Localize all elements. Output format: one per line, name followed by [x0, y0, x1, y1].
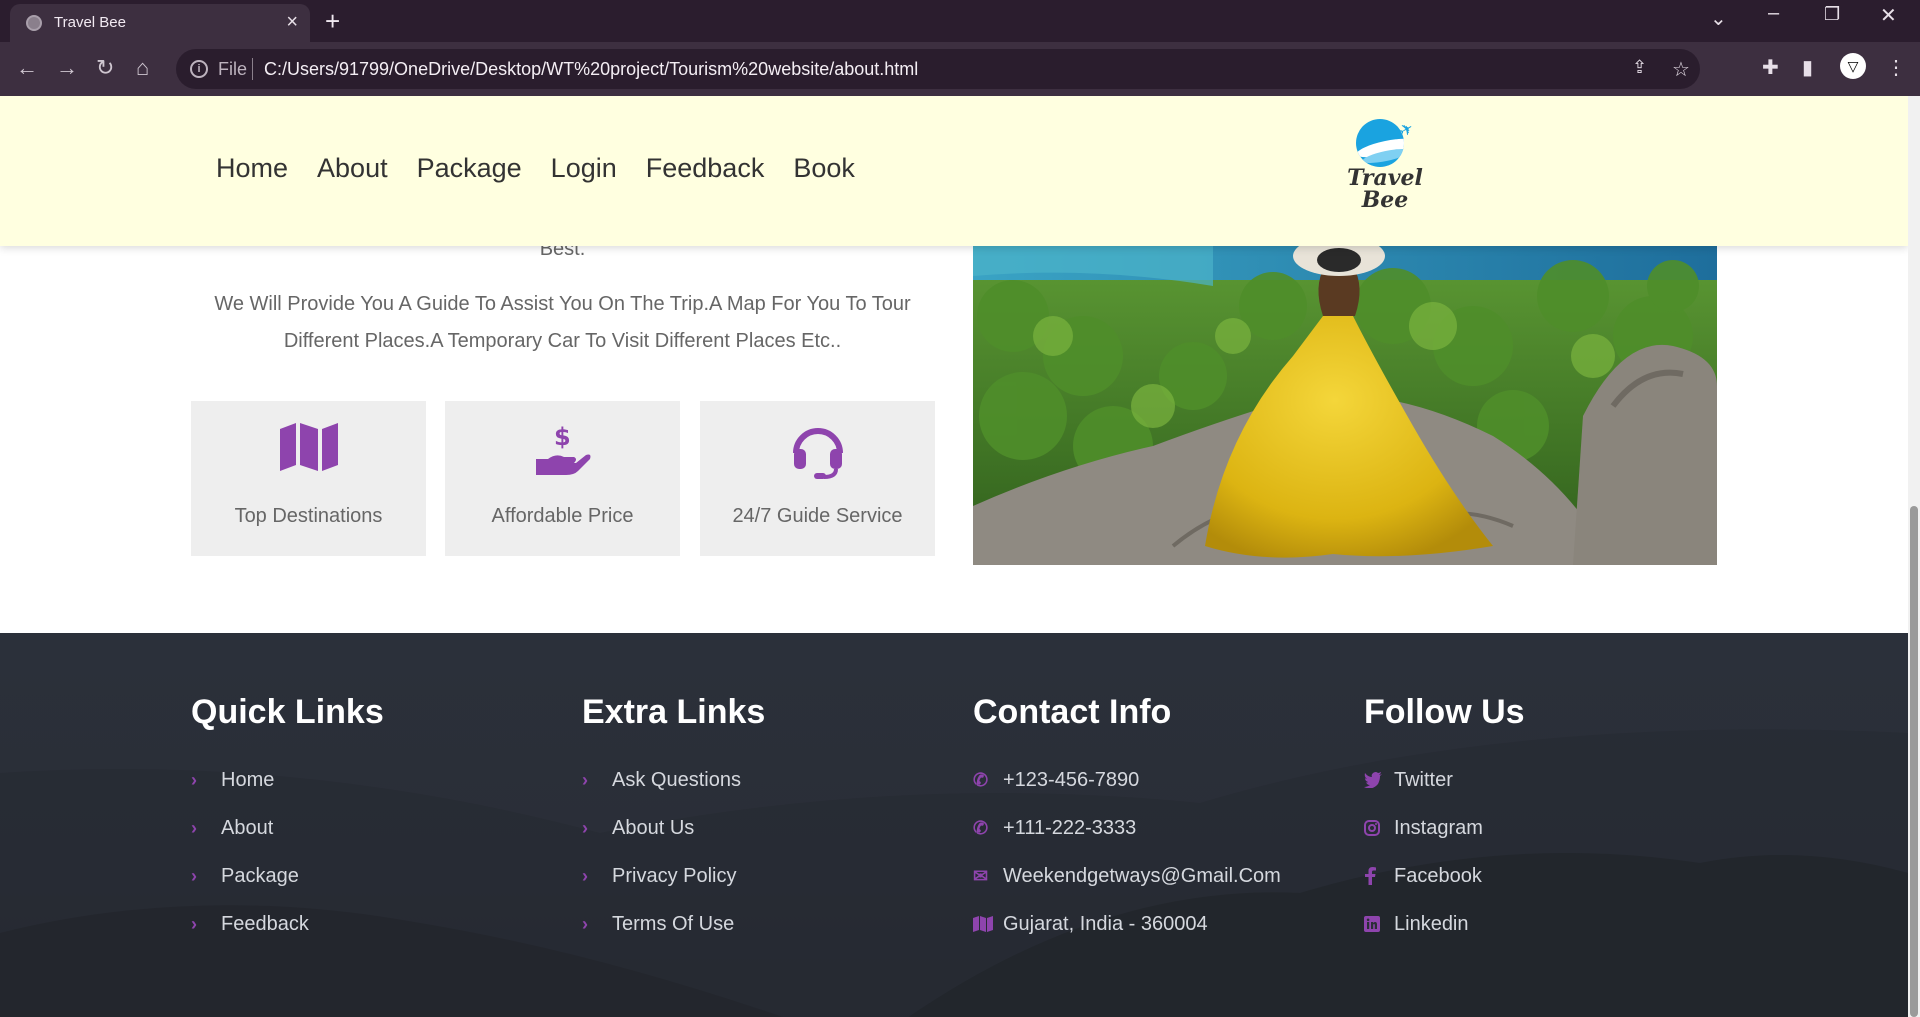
- share-icon[interactable]: ⇪: [1632, 57, 1647, 78]
- nav-book[interactable]: Book: [793, 153, 855, 184]
- chevron-right-icon: ›: [191, 913, 197, 934]
- chevron-right-icon: ›: [582, 769, 588, 790]
- footer-link-privacy-policy[interactable]: › Privacy Policy: [582, 852, 942, 900]
- headset-icon: [700, 423, 935, 479]
- twitter-icon: [1364, 772, 1386, 788]
- bookmark-star-icon[interactable]: ☆: [1672, 57, 1690, 82]
- footer-link-ask-questions[interactable]: › Ask Questions: [582, 756, 942, 804]
- logo-text-line2: Bee: [1361, 187, 1409, 213]
- side-panel-icon[interactable]: ▮: [1802, 55, 1813, 80]
- feature-top-destinations: Top Destinations: [191, 401, 426, 556]
- chevron-right-icon: ›: [191, 769, 197, 790]
- site-header: Home About Package Login Feedback Book ✈…: [0, 96, 1908, 246]
- feature-guide-service: 24/7 Guide Service: [700, 401, 935, 556]
- url-scheme: File: [218, 59, 248, 79]
- chevron-right-icon: ›: [191, 865, 197, 886]
- tab-title: Travel Bee: [54, 14, 126, 31]
- site-logo[interactable]: ✈ Travel Bee: [1340, 119, 1430, 214]
- url-text[interactable]: C:/Users/91799/OneDrive/Desktop/WT%20pro…: [264, 59, 918, 80]
- minimize-icon[interactable]: –: [1768, 2, 1779, 25]
- feature-label: Top Destinations: [234, 505, 383, 527]
- divider: [252, 58, 253, 80]
- contact-email[interactable]: ✉ Weekendgetways@Gmail.Com: [973, 852, 1333, 900]
- chevron-right-icon: ›: [582, 913, 588, 934]
- main-nav: Home About Package Login Feedback Book: [216, 153, 855, 184]
- social-linkedin[interactable]: Linkedin: [1364, 900, 1724, 948]
- instagram-icon: [1364, 820, 1386, 836]
- social-instagram[interactable]: Instagram: [1364, 804, 1724, 852]
- social-facebook[interactable]: Facebook: [1364, 852, 1724, 900]
- back-icon[interactable]: ←: [16, 55, 38, 81]
- browser-toolbar: ← → ↻ ⌂ i File C:/Users/91799/OneDrive/D…: [0, 42, 1920, 96]
- footer-heading: Extra Links: [582, 693, 766, 731]
- envelope-icon: ✉: [973, 865, 989, 886]
- about-paragraph: We Will Provide You A Guide To Assist Yo…: [214, 293, 911, 352]
- feature-label: Affordable Price: [491, 505, 634, 527]
- contact-phone-2[interactable]: ✆ +111-222-3333: [973, 804, 1333, 852]
- restore-icon[interactable]: ❐: [1824, 4, 1840, 25]
- reload-icon[interactable]: ↻: [96, 55, 114, 81]
- address-bar[interactable]: i File C:/Users/91799/OneDrive/Desktop/W…: [176, 49, 1700, 89]
- linkedin-icon: [1364, 916, 1386, 932]
- contact-address: Gujarat, India - 360004: [973, 900, 1333, 948]
- close-window-icon[interactable]: ✕: [1880, 3, 1897, 28]
- profile-avatar[interactable]: ▽: [1840, 53, 1866, 79]
- feature-label: 24/7 Guide Service: [732, 505, 903, 527]
- social-twitter[interactable]: Twitter: [1364, 756, 1724, 804]
- menu-icon[interactable]: ⋮: [1886, 55, 1906, 80]
- footer-link-feedback[interactable]: › Feedback: [191, 900, 551, 948]
- hand-dollar-icon: $: [445, 423, 680, 479]
- footer-contact-info: Contact Info ✆ +123-456-7890 ✆ +111-222-33…: [973, 693, 1333, 948]
- nav-login[interactable]: Login: [551, 153, 617, 184]
- footer-link-home[interactable]: › Home: [191, 756, 551, 804]
- extensions-icon[interactable]: ✚: [1762, 55, 1779, 80]
- map-icon: [191, 423, 426, 479]
- nav-package[interactable]: Package: [417, 153, 522, 184]
- chevron-right-icon: ›: [582, 865, 588, 886]
- phone-icon: ✆: [973, 817, 989, 838]
- footer-link-about-us[interactable]: › About Us: [582, 804, 942, 852]
- nav-feedback[interactable]: Feedback: [646, 153, 765, 184]
- chevron-right-icon: ›: [582, 817, 588, 838]
- forward-icon[interactable]: →: [56, 55, 78, 81]
- contact-phone-1[interactable]: ✆ +123-456-7890: [973, 756, 1333, 804]
- nav-about[interactable]: About: [317, 153, 388, 184]
- footer-link-about[interactable]: › About: [191, 804, 551, 852]
- close-tab-icon[interactable]: ×: [286, 11, 298, 34]
- feature-affordable-price: $ Affordable Price: [445, 401, 680, 556]
- tab-search-icon[interactable]: ⌄: [1710, 6, 1727, 31]
- facebook-icon: [1364, 867, 1386, 885]
- footer-heading: Follow Us: [1364, 693, 1525, 731]
- about-hero-image: [973, 246, 1717, 565]
- chevron-right-icon: ›: [191, 817, 197, 838]
- browser-tab[interactable]: Travel Bee ×: [10, 4, 310, 42]
- footer-heading: Contact Info: [973, 693, 1172, 731]
- footer-quick-links: Quick Links › Home › About › Package › Feedb…: [191, 693, 551, 948]
- info-icon[interactable]: i: [190, 60, 208, 78]
- globe-icon: [26, 15, 42, 31]
- nav-home[interactable]: Home: [216, 153, 288, 184]
- page: Best. We Will Provide You A Guide To Ass…: [0, 96, 1908, 1017]
- map-icon: [973, 916, 995, 932]
- footer-link-terms[interactable]: › Terms Of Use: [582, 900, 942, 948]
- svg-text:$: $: [554, 423, 571, 451]
- footer-heading: Quick Links: [191, 693, 384, 731]
- footer-link-package[interactable]: › Package: [191, 852, 551, 900]
- site-footer: Quick Links › Home › About › Package › Feedb…: [0, 633, 1908, 1017]
- home-icon[interactable]: ⌂: [136, 55, 149, 81]
- new-tab-icon[interactable]: +: [325, 6, 340, 37]
- scrollbar-thumb[interactable]: [1910, 506, 1918, 1017]
- browser-tab-bar: Travel Bee × + ⌄ – ❐ ✕: [0, 0, 1920, 42]
- footer-follow-us: Follow Us Twitter Instagram Facebook Lin…: [1364, 693, 1724, 948]
- phone-icon: ✆: [973, 769, 989, 790]
- footer-extra-links: Extra Links › Ask Questions › About Us › Pr…: [582, 693, 942, 948]
